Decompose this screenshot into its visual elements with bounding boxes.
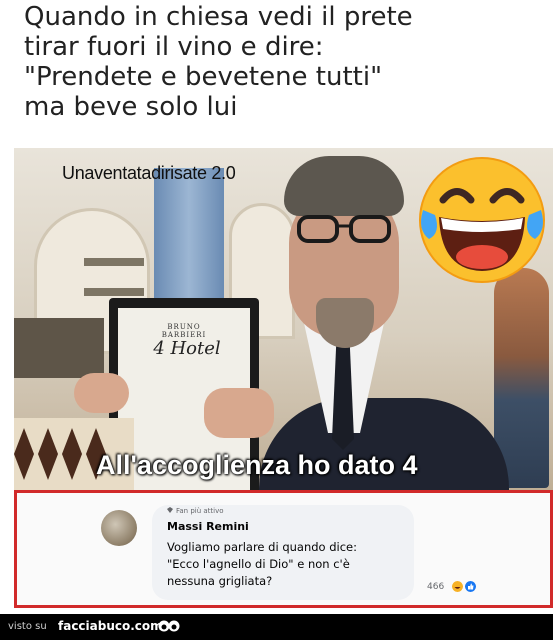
like-reaction-icon bbox=[465, 581, 477, 592]
menu-board-brand: BRUNO BARBIERI bbox=[161, 323, 207, 339]
site-link[interactable]: facciabuco.com bbox=[58, 619, 163, 633]
laughing-emoji-icon bbox=[419, 157, 545, 283]
caption-line: "Prendete e bevetene tutti" bbox=[24, 62, 383, 92]
photo-caption: All'accoglienza ho dato 4 bbox=[96, 450, 418, 480]
comment-line: "Ecco l'agnello di Dio" e non c'è bbox=[167, 557, 350, 571]
comment-line: Vogliamo parlare di quando dice: bbox=[167, 540, 357, 554]
reactions[interactable]: 466 bbox=[427, 581, 477, 592]
footer-bar: visto su facciabuco.com bbox=[0, 614, 553, 640]
comment-text: Vogliamo parlare di quando dice: "Ecco l… bbox=[167, 539, 357, 590]
fan-badge: Fan più attivo bbox=[167, 507, 224, 515]
pointing-hand bbox=[204, 388, 274, 438]
facciabuco-logo-icon bbox=[158, 620, 180, 632]
glasses-icon bbox=[297, 215, 391, 243]
diamond-icon bbox=[167, 507, 173, 513]
background-shelf bbox=[84, 288, 144, 296]
man-hair bbox=[284, 156, 404, 216]
avatar[interactable] bbox=[101, 510, 137, 546]
caption-line: tirar fuori il vino e dire: bbox=[24, 32, 324, 62]
visto-su-label: visto su bbox=[8, 621, 47, 632]
caption-line: Quando in chiesa vedi il prete bbox=[24, 2, 413, 32]
laugh-reaction-icon bbox=[452, 581, 464, 592]
facebook-comment-card: Fan più attivo Massi Remini Vogliamo par… bbox=[14, 490, 553, 608]
comment-author[interactable]: Massi Remini bbox=[167, 520, 249, 533]
caption-line: ma beve solo lui bbox=[24, 92, 238, 122]
watermark-text: Unaventatadirisate 2.0 bbox=[62, 163, 236, 183]
menu-board-text: 4 Hotel bbox=[153, 338, 221, 359]
reaction-count: 466 bbox=[427, 581, 445, 592]
meme-caption: Quando in chiesa vedi il prete tirar fuo… bbox=[24, 2, 534, 122]
comment-line: nessuna grigliata? bbox=[167, 574, 273, 588]
left-hand bbox=[74, 373, 129, 413]
background-counter bbox=[14, 318, 104, 378]
background-shelf bbox=[84, 258, 144, 266]
fan-badge-label: Fan più attivo bbox=[176, 507, 224, 515]
